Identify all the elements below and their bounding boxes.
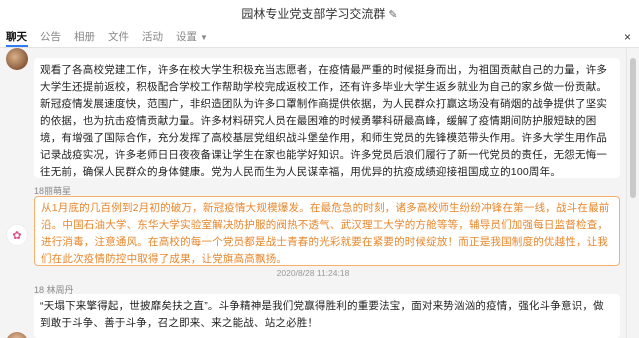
message-bubble[interactable]: “天塌下来擎得起，世披靡矣扶之直”。斗争精神是我们党赢得胜利的重要法宝，面对来势…	[34, 294, 620, 338]
group-name: 园林专业党支部学习交流群	[241, 7, 386, 21]
edit-icon[interactable]: ✎	[388, 9, 397, 21]
tab-settings[interactable]: 设置 ▼	[176, 29, 208, 44]
close-icon[interactable]: ×	[624, 30, 631, 44]
avatar[interactable]	[6, 332, 28, 338]
chat-area[interactable]: 观看了各高校党建工作，许多在校大学生积极充当志愿者，在疫情最严重的时候挺身而出，…	[0, 48, 626, 338]
timestamp: 2020/8/28 11:24:18	[276, 268, 350, 278]
flower-icon: ✿	[12, 229, 22, 242]
tab-album[interactable]: 相册	[74, 29, 95, 44]
title-bar: 园林专业党支部学习交流群 ✎	[0, 0, 639, 26]
message-bubble[interactable]: 观看了各高校党建工作，许多在校大学生积极充当志愿者，在疫情最严重的时候挺身而出，…	[34, 58, 620, 178]
tab-settings-label: 设置	[176, 31, 197, 43]
tab-chat[interactable]: 聊天	[6, 29, 27, 44]
tab-announcement[interactable]: 公告	[40, 29, 61, 44]
tab-activity[interactable]: 活动	[142, 29, 163, 44]
scrollbar-thumb[interactable]	[630, 58, 636, 198]
tab-bar: 聊天 公告 相册 文件 活动 设置 ▼ ×	[0, 26, 639, 48]
scrollbar[interactable]	[626, 48, 639, 338]
avatar[interactable]	[6, 48, 28, 70]
tab-files[interactable]: 文件	[108, 29, 129, 44]
active-tab-indicator	[6, 45, 28, 47]
message-bubble[interactable]: 从1月底的几百例到2月初的破万，新冠疫情大规模爆发。在最危急的时刻，诸多高校师生…	[34, 196, 620, 266]
chevron-down-icon: ▼	[200, 33, 208, 42]
group-title[interactable]: 园林专业党支部学习交流群 ✎	[0, 5, 639, 22]
avatar[interactable]: ✿	[6, 224, 28, 246]
